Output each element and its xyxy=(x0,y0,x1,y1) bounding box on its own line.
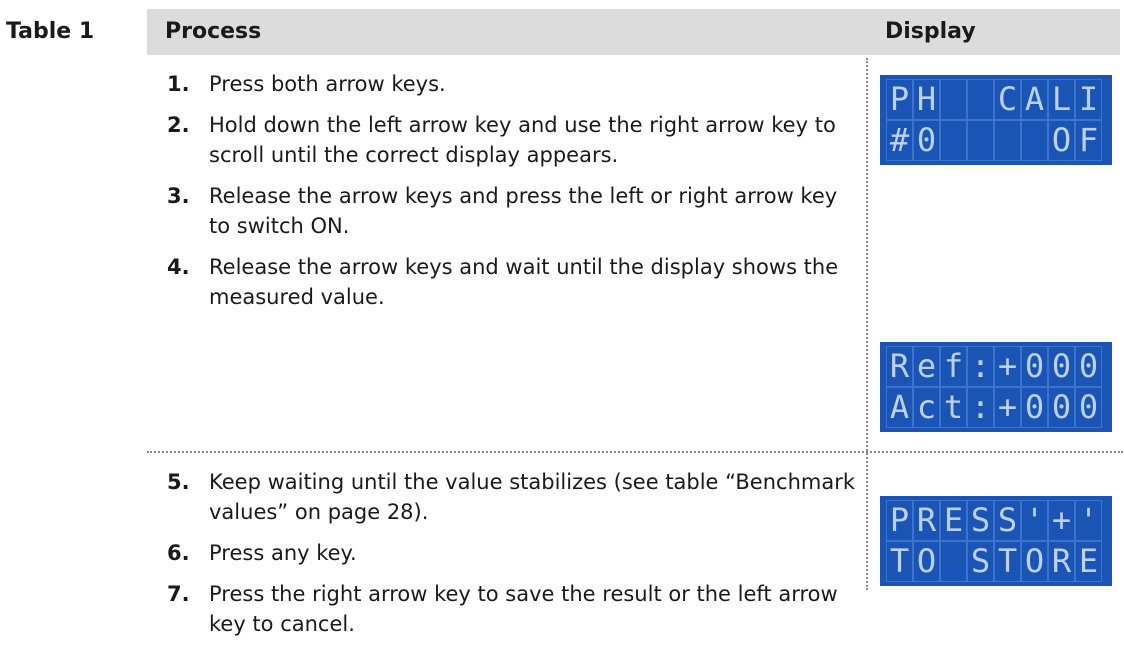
lcd-display-store: P R E S S ' + ' TO STORE xyxy=(880,496,1112,586)
lcd-char: A xyxy=(1021,79,1048,120)
step-item: 5. Keep waiting until the value stabiliz… xyxy=(167,467,857,527)
step-text: Press any key. xyxy=(209,541,357,565)
lcd-char: 0 xyxy=(1075,387,1102,428)
lcd-char: R xyxy=(1048,541,1075,582)
step-text: Keep waiting until the value stabilizes … xyxy=(209,470,855,524)
lcd-char: e xyxy=(913,346,940,387)
lcd-char: c xyxy=(913,387,940,428)
lcd-char: # xyxy=(886,120,913,161)
lcd-line-2: #0 OF xyxy=(886,120,1106,161)
step-number: 6. xyxy=(167,541,190,565)
step-item: 6. Press any key. xyxy=(167,538,857,568)
step-item: 3. Release the arrow keys and press the … xyxy=(167,181,857,241)
lcd-char: O xyxy=(1021,541,1048,582)
lcd-char xyxy=(940,79,967,120)
lcd-char: O xyxy=(913,541,940,582)
lcd-char: 0 xyxy=(1021,387,1048,428)
step-number: 1. xyxy=(167,72,190,96)
lcd-char: R xyxy=(886,346,913,387)
step-text: Release the arrow keys and press the lef… xyxy=(209,184,838,238)
lcd-char: ' xyxy=(1075,500,1102,541)
lcd-display-calib: PH CALI #0 OF xyxy=(880,75,1112,165)
step-number: 4. xyxy=(167,255,190,279)
lcd-char: + xyxy=(994,346,1021,387)
lcd-char: t xyxy=(940,387,967,428)
lcd-line-1: PH CALI xyxy=(886,79,1106,120)
lcd-char: S xyxy=(967,541,994,582)
lcd-char xyxy=(940,120,967,161)
lcd-char: ' xyxy=(1021,500,1048,541)
lcd-char xyxy=(940,541,967,582)
step-list-group-1: 1. Press both arrow keys. 2. Hold down t… xyxy=(167,69,857,323)
lcd-char: : xyxy=(967,387,994,428)
lcd-char: O xyxy=(1048,120,1075,161)
lcd-char: F xyxy=(1075,120,1102,161)
lcd-char: 0 xyxy=(1021,346,1048,387)
step-text: Press the right arrow key to save the re… xyxy=(209,582,838,636)
step-item: 1. Press both arrow keys. xyxy=(167,69,857,99)
lcd-char: E xyxy=(1075,541,1102,582)
table-header: Process Display xyxy=(147,9,1120,55)
lcd-char: + xyxy=(994,387,1021,428)
lcd-char: I xyxy=(1075,79,1102,120)
lcd-char: P xyxy=(886,79,913,120)
lcd-display-measure: Re f: +0 0 0 Ac t: +0 0 0 xyxy=(880,342,1112,432)
header-display: Display xyxy=(885,19,976,44)
step-number: 7. xyxy=(167,582,190,606)
lcd-char: 0 xyxy=(1048,387,1075,428)
column-divider xyxy=(866,58,868,590)
lcd-char: 0 xyxy=(1075,346,1102,387)
header-process: Process xyxy=(165,19,262,44)
step-item: 7. Press the right arrow key to save the… xyxy=(167,579,857,639)
lcd-line-1: Re f: +0 0 0 xyxy=(886,346,1106,387)
step-item: 2. Hold down the left arrow key and use … xyxy=(167,110,857,170)
lcd-line-2: TO STORE xyxy=(886,541,1106,582)
lcd-char: H xyxy=(913,79,940,120)
step-text: Hold down the left arrow key and use the… xyxy=(209,113,836,167)
lcd-line-2: Ac t: +0 0 0 xyxy=(886,387,1106,428)
row-divider xyxy=(147,451,1123,453)
lcd-char: S xyxy=(967,500,994,541)
lcd-char: E xyxy=(940,500,967,541)
lcd-line-1: P R E S S ' + ' xyxy=(886,500,1106,541)
lcd-char: f xyxy=(940,346,967,387)
step-number: 2. xyxy=(167,113,190,137)
lcd-char: R xyxy=(913,500,940,541)
lcd-char: C xyxy=(994,79,1021,120)
step-text: Release the arrow keys and wait until th… xyxy=(209,255,839,309)
step-number: 3. xyxy=(167,184,190,208)
lcd-char xyxy=(967,120,994,161)
lcd-char: + xyxy=(1048,500,1075,541)
lcd-char: S xyxy=(994,500,1021,541)
lcd-char: : xyxy=(967,346,994,387)
table-label: Table 1 xyxy=(6,19,95,44)
step-text: Press both arrow keys. xyxy=(209,72,446,96)
lcd-char xyxy=(994,120,1021,161)
step-number: 5. xyxy=(167,470,190,494)
lcd-char: T xyxy=(994,541,1021,582)
step-item: 4. Release the arrow keys and wait until… xyxy=(167,252,857,312)
lcd-char xyxy=(967,79,994,120)
lcd-char: P xyxy=(886,500,913,541)
lcd-char: T xyxy=(886,541,913,582)
lcd-char: 0 xyxy=(913,120,940,161)
lcd-char: L xyxy=(1048,79,1075,120)
step-list-group-2: 5. Keep waiting until the value stabiliz… xyxy=(167,467,857,650)
lcd-char: A xyxy=(886,387,913,428)
lcd-char xyxy=(1021,120,1048,161)
lcd-char: 0 xyxy=(1048,346,1075,387)
